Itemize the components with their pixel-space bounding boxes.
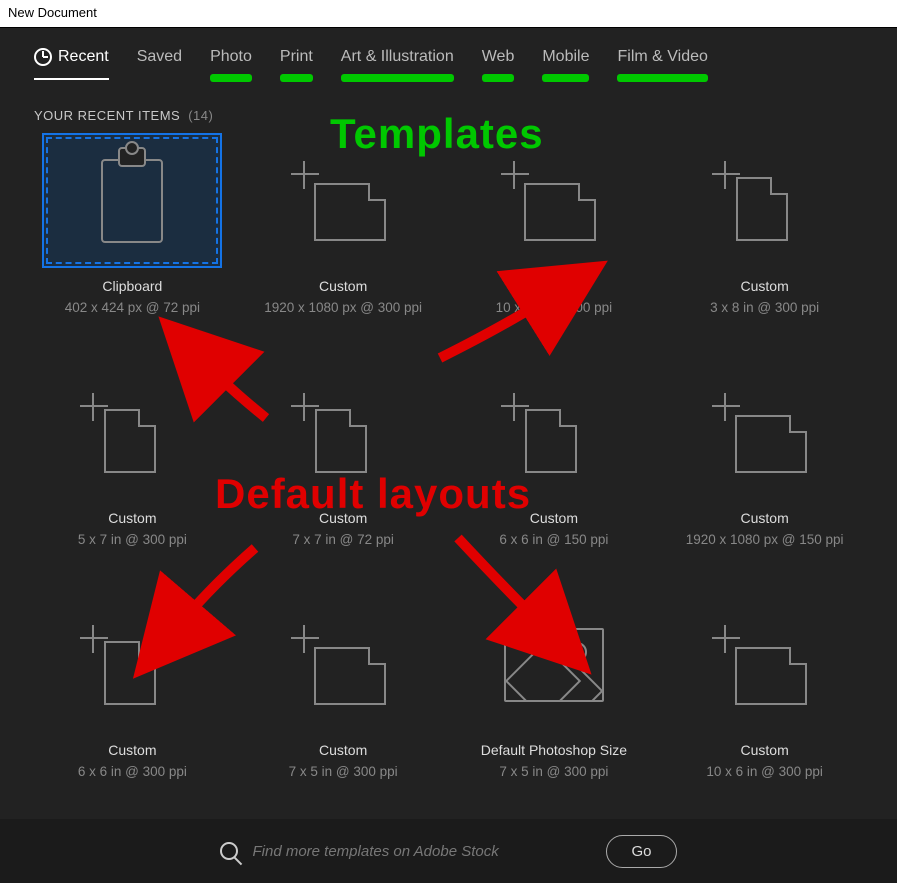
clipboard-icon <box>101 159 163 243</box>
preset-dimensions: 402 x 424 px @ 72 ppi <box>65 300 200 315</box>
preset-card[interactable]: Custom 5 x 7 in @ 300 ppi <box>34 365 231 575</box>
preset-thumb <box>464 133 644 268</box>
preset-page-icon <box>712 625 817 705</box>
search-icon <box>220 842 238 860</box>
tab-label: Mobile <box>542 48 589 66</box>
preset-title: Clipboard <box>102 278 162 294</box>
preset-dimensions: 6 x 6 in @ 300 ppi <box>78 764 187 779</box>
tab-label: Saved <box>137 48 182 66</box>
category-tabs: Recent Saved Photo Print Art & Illustration W… <box>0 28 897 86</box>
tab-web[interactable]: Web <box>482 48 515 80</box>
preset-grid: Clipboard 402 x 424 px @ 72 ppi Custom 1920… <box>0 133 897 807</box>
preset-dimensions: 7 x 5 in @ 300 ppi <box>289 764 398 779</box>
clock-icon <box>34 48 52 66</box>
preset-thumb <box>464 597 644 732</box>
tab-print[interactable]: Print <box>280 48 313 80</box>
preset-dimensions: 10 x 6 in @ 300 ppi <box>706 764 823 779</box>
preset-dimensions: 7 x 7 in @ 72 ppi <box>292 532 394 547</box>
preset-title: Custom <box>319 278 367 294</box>
preset-page-icon <box>501 393 606 473</box>
preset-page-icon <box>712 161 817 241</box>
tab-label: Photo <box>210 48 252 66</box>
tab-mobile[interactable]: Mobile <box>542 48 589 80</box>
stock-search-input[interactable] <box>252 843 592 860</box>
preset-page-icon <box>712 393 817 473</box>
preset-thumb <box>42 597 222 732</box>
preset-page-icon <box>501 161 606 241</box>
preset-title: Custom <box>108 510 156 526</box>
preset-card[interactable]: Custom 10 x 6 in @ 300 ppi <box>666 597 863 807</box>
preset-card[interactable]: Default Photoshop Size 7 x 5 in @ 300 ppi <box>456 597 653 807</box>
stock-search-bar: Go <box>0 819 897 883</box>
tab-label: Recent <box>58 48 109 66</box>
preset-page-icon <box>80 393 185 473</box>
preset-card[interactable]: Custom 1920 x 1080 px @ 300 ppi <box>245 133 442 343</box>
preset-title: Custom <box>319 510 367 526</box>
preset-thumb <box>675 365 855 500</box>
preset-page-icon <box>80 625 185 705</box>
preset-title: Custom <box>530 510 578 526</box>
preset-title: Custom <box>741 278 789 294</box>
preset-title: Custom <box>108 742 156 758</box>
preset-title: Default Photoshop Size <box>481 742 627 758</box>
preset-card[interactable]: Custom 7 x 7 in @ 72 ppi <box>245 365 442 575</box>
preset-dimensions: 5 x 7 in @ 300 ppi <box>78 532 187 547</box>
recent-items-heading: YOUR RECENT ITEMS (14) <box>0 86 897 133</box>
preset-dimensions: 10 x 2 in @ 300 ppi <box>496 300 613 315</box>
preset-dimensions: 6 x 6 in @ 150 ppi <box>499 532 608 547</box>
preset-thumb <box>675 597 855 732</box>
preset-title: Custom <box>530 278 578 294</box>
preset-dimensions: 3 x 8 in @ 300 ppi <box>710 300 819 315</box>
preset-card[interactable]: Custom 6 x 6 in @ 300 ppi <box>34 597 231 807</box>
preset-dimensions: 1920 x 1080 px @ 150 ppi <box>686 532 844 547</box>
preset-page-icon <box>291 161 396 241</box>
preset-card[interactable]: Custom 6 x 6 in @ 150 ppi <box>456 365 653 575</box>
preset-thumb <box>42 365 222 500</box>
recent-items-count: (14) <box>188 108 213 123</box>
preset-page-icon <box>291 625 396 705</box>
preset-thumb <box>42 133 222 268</box>
preset-card[interactable]: Custom 10 x 2 in @ 300 ppi <box>456 133 653 343</box>
tab-recent[interactable]: Recent <box>34 48 109 80</box>
preset-card[interactable]: Custom 1920 x 1080 px @ 150 ppi <box>666 365 863 575</box>
new-document-dialog: Recent Saved Photo Print Art & Illustration W… <box>0 28 897 883</box>
preset-card[interactable]: Custom 7 x 5 in @ 300 ppi <box>245 597 442 807</box>
preset-page-icon <box>291 393 396 473</box>
tab-film-video[interactable]: Film & Video <box>617 48 707 80</box>
preset-title: Custom <box>319 742 367 758</box>
preset-title: Custom <box>741 742 789 758</box>
window-title: New Document <box>8 5 97 20</box>
preset-thumb <box>253 365 433 500</box>
stock-search-go-button[interactable]: Go <box>606 835 676 868</box>
tab-label: Film & Video <box>617 48 707 66</box>
tab-saved[interactable]: Saved <box>137 48 182 80</box>
preset-thumb <box>253 133 433 268</box>
preset-card[interactable]: Custom 3 x 8 in @ 300 ppi <box>666 133 863 343</box>
recent-items-title: YOUR RECENT ITEMS <box>34 108 180 123</box>
preset-dimensions: 1920 x 1080 px @ 300 ppi <box>264 300 422 315</box>
preset-card[interactable]: Clipboard 402 x 424 px @ 72 ppi <box>34 133 231 343</box>
preset-title: Custom <box>741 510 789 526</box>
preset-dimensions: 7 x 5 in @ 300 ppi <box>499 764 608 779</box>
preset-thumb <box>253 597 433 732</box>
tab-label: Print <box>280 48 313 66</box>
preset-thumb <box>464 365 644 500</box>
image-icon <box>504 628 604 702</box>
tab-label: Web <box>482 48 515 66</box>
tab-photo[interactable]: Photo <box>210 48 252 80</box>
tab-art-illustration[interactable]: Art & Illustration <box>341 48 454 80</box>
preset-thumb <box>675 133 855 268</box>
window-titlebar: New Document <box>0 0 897 28</box>
tab-label: Art & Illustration <box>341 48 454 66</box>
